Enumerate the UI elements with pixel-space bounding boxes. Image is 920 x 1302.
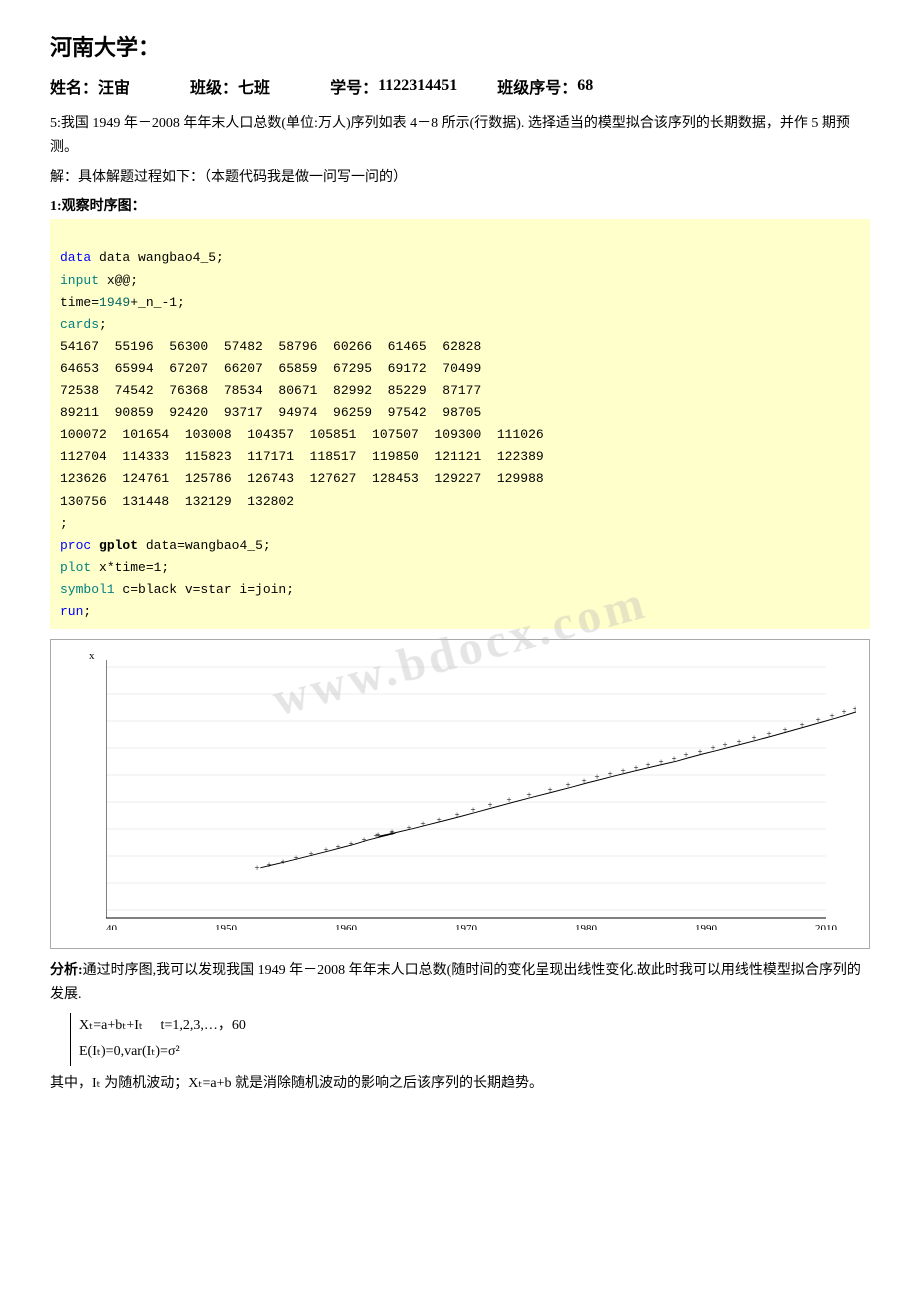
svg-text:+: + xyxy=(581,776,586,786)
svg-text:+: + xyxy=(487,800,492,810)
svg-text:+: + xyxy=(697,747,702,757)
svg-text:1990: 1990 xyxy=(695,923,718,930)
class-label: 班级： xyxy=(190,74,238,98)
code-plot-kw: plot xyxy=(60,560,91,575)
svg-text:+: + xyxy=(565,780,570,790)
chart-y-label: x xyxy=(89,650,95,662)
svg-text:+: + xyxy=(671,754,676,764)
chart-container: x 140000 130000 120000 110000 100000 900… xyxy=(50,639,870,949)
svg-text:+: + xyxy=(420,819,425,829)
student-id-value: 1122314451 xyxy=(378,77,457,95)
svg-text:+: + xyxy=(633,763,638,773)
svg-text:+: + xyxy=(607,769,612,779)
svg-text:+: + xyxy=(526,790,531,800)
svg-text:1940: 1940 xyxy=(106,923,118,930)
svg-text:+: + xyxy=(293,853,298,863)
svg-text:+: + xyxy=(766,729,771,739)
code-cards-kw: cards xyxy=(60,317,99,332)
svg-text:+: + xyxy=(751,733,756,743)
svg-text:+: + xyxy=(683,750,688,760)
student-id-label: 学号： xyxy=(330,74,378,98)
svg-text:+: + xyxy=(722,740,727,750)
class-item: 班级：七班 xyxy=(190,74,270,98)
svg-text:+: + xyxy=(361,835,366,845)
problem-text: 5:我国 1949 年－2008 年年末人口总数(单位:万人)序列如表 4－8 … xyxy=(50,112,870,160)
name-value: 汪宙 xyxy=(98,74,130,98)
svg-text:+: + xyxy=(280,857,285,867)
svg-text:+: + xyxy=(710,743,715,753)
math-eq2: E(Iₜ)=0,var(Iₜ)=σ² xyxy=(79,1039,246,1066)
svg-text:1970: 1970 xyxy=(455,923,478,930)
analysis-text: 分析:通过时序图,我可以发现我国 1949 年－2008 年年末人口总数(随时间… xyxy=(50,959,870,1007)
code-line1-rest: data wangbao4_5; xyxy=(99,250,224,265)
svg-text:+: + xyxy=(506,795,511,805)
math-block: Xₜ=a+bₜ+Iₜ t=1,2,3,…，60 E(Iₜ)=0,var(Iₜ)=… xyxy=(70,1013,870,1066)
code-proc-rest: data=wangbao4_5; xyxy=(146,538,271,553)
chart-markers: + + + + + + + + + + + + + + + + + + + + … xyxy=(254,669,856,873)
svg-text:+: + xyxy=(829,711,834,721)
code-input-kw: input xyxy=(60,273,99,288)
svg-text:+: + xyxy=(373,831,378,841)
svg-text:1980: 1980 xyxy=(575,923,598,930)
code-block: data data wangbao4_5; input x@@; time=19… xyxy=(50,219,870,629)
svg-text:+: + xyxy=(323,845,328,855)
chart-svg: 140000 130000 120000 110000 100000 90000… xyxy=(106,660,856,930)
svg-text:+: + xyxy=(594,772,599,782)
svg-text:1950: 1950 xyxy=(215,923,238,930)
svg-text:+: + xyxy=(470,805,475,815)
svg-text:+: + xyxy=(620,766,625,776)
svg-text:+: + xyxy=(782,725,787,735)
code-time-line: time=1949+_n_-1; xyxy=(60,295,185,310)
university-title: 河南大学： xyxy=(50,30,870,62)
svg-text:2010: 2010 xyxy=(815,923,838,930)
svg-text:+: + xyxy=(454,810,459,820)
class-number-value: 68 xyxy=(577,77,593,95)
svg-text:+: + xyxy=(254,863,259,873)
svg-text:+: + xyxy=(841,707,846,717)
svg-text:+: + xyxy=(799,720,804,730)
class-value: 七班 xyxy=(238,74,270,98)
class-number-label: 班级序号： xyxy=(497,74,577,98)
svg-text:+: + xyxy=(348,839,353,849)
svg-text:1960: 1960 xyxy=(335,923,358,930)
solution-intro: 解：具体解题过程如下：（本题代码我是做一问写一问的） xyxy=(50,166,870,190)
info-row: 姓名：汪宙 班级：七班 学号：1122314451 班级序号：68 xyxy=(50,74,870,98)
svg-text:+: + xyxy=(736,737,741,747)
name-item: 姓名：汪宙 xyxy=(50,74,130,98)
svg-text:+: + xyxy=(547,785,552,795)
student-id-item: 学号：1122314451 xyxy=(330,74,457,98)
class-number-item: 班级序号：68 xyxy=(497,74,593,98)
name-label: 姓名： xyxy=(50,74,98,98)
svg-text:+: + xyxy=(406,823,411,833)
svg-text:+: + xyxy=(436,815,441,825)
svg-text:+: + xyxy=(815,715,820,725)
svg-text:+: + xyxy=(658,757,663,767)
svg-text:+: + xyxy=(645,760,650,770)
math-eq1: Xₜ=a+bₜ+Iₜ t=1,2,3,…，60 xyxy=(79,1013,246,1040)
conclusion-text: 其中，Iₜ 为随机波动；Xₜ=a+b 就是消除随机波动的影响之后该序列的长期趋势… xyxy=(50,1072,870,1096)
code-symbol-kw: symbol1 xyxy=(60,582,115,597)
svg-text:+: + xyxy=(335,842,340,852)
analysis-bold: 分析: xyxy=(50,963,83,978)
svg-text:+: + xyxy=(308,849,313,859)
svg-text:+: + xyxy=(266,860,271,870)
math-system: Xₜ=a+bₜ+Iₜ t=1,2,3,…，60 E(Iₜ)=0,var(Iₜ)=… xyxy=(70,1013,246,1066)
svg-text:+: + xyxy=(389,827,394,837)
step1-title: 1:观察时序图： xyxy=(50,195,870,215)
svg-text:+: + xyxy=(852,704,856,714)
